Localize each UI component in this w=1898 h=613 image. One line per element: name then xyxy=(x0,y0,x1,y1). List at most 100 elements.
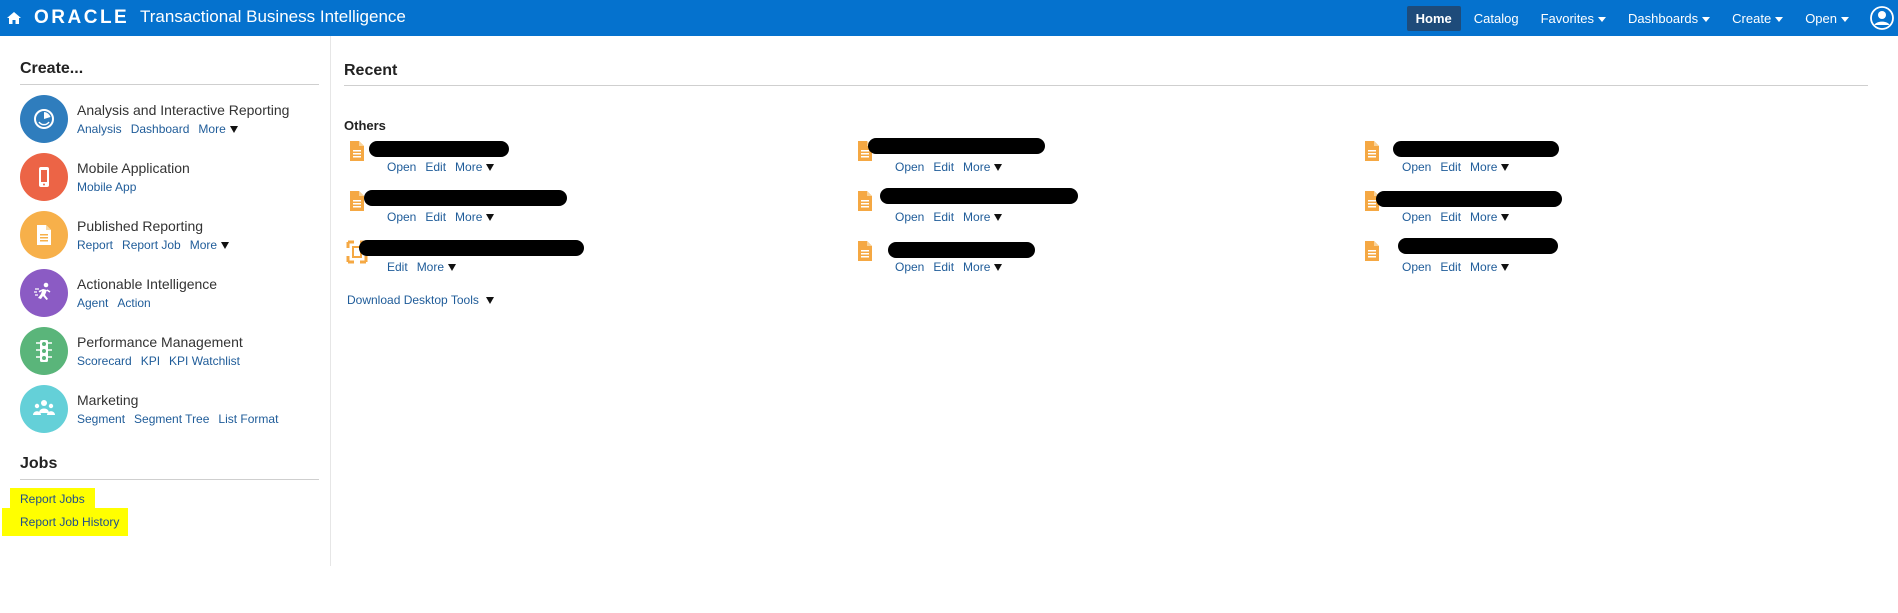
document-icon[interactable] xyxy=(1364,140,1380,162)
chevron-down-icon xyxy=(221,241,230,249)
create-kpi-link[interactable]: KPI xyxy=(141,354,160,368)
create-mobile-app-link[interactable]: Mobile App xyxy=(77,180,136,194)
document-icon[interactable] xyxy=(1364,240,1380,262)
create-published-reporting: Published Reporting Report Report Job Mo… xyxy=(20,211,320,261)
create-report-link[interactable]: Report xyxy=(77,238,113,252)
traffic-light-icon[interactable] xyxy=(20,327,68,375)
create-dashboard-link[interactable]: Dashboard xyxy=(131,122,190,136)
more-menu[interactable]: More xyxy=(417,260,457,274)
document-icon[interactable] xyxy=(857,240,873,262)
create-list-format-link[interactable]: List Format xyxy=(218,412,278,426)
open-link[interactable]: Open xyxy=(895,160,924,174)
nav-dashboards[interactable]: Dashboards xyxy=(1619,6,1719,31)
create-heading: Create... xyxy=(20,60,84,77)
recent-item: Open Edit More xyxy=(1364,140,1594,180)
document-icon[interactable] xyxy=(857,190,873,212)
open-link[interactable]: Open xyxy=(387,160,416,174)
more-label: More xyxy=(455,210,483,224)
edit-link[interactable]: Edit xyxy=(1440,260,1461,274)
report-job-history-link[interactable]: Report Job History xyxy=(2,508,129,536)
more-menu[interactable]: More xyxy=(963,210,1003,224)
more-menu[interactable]: More xyxy=(1470,210,1510,224)
open-link[interactable]: Open xyxy=(1402,160,1431,174)
create-report-job-link[interactable]: Report Job xyxy=(122,238,181,252)
nav-catalog[interactable]: Catalog xyxy=(1465,6,1528,31)
redacted-item-name xyxy=(359,240,584,256)
create-analysis-link[interactable]: Analysis xyxy=(77,122,122,136)
divider xyxy=(20,84,319,85)
redacted-item-name xyxy=(1376,191,1562,207)
nav-create[interactable]: Create xyxy=(1723,6,1792,31)
open-link[interactable]: Open xyxy=(895,260,924,274)
download-desktop-tools-menu[interactable]: Download Desktop Tools xyxy=(347,293,494,307)
recent-item: Edit More xyxy=(346,240,584,280)
divider xyxy=(344,85,1868,86)
redacted-item-name xyxy=(1393,141,1559,157)
chevron-down-icon xyxy=(1501,163,1510,171)
edit-link[interactable]: Edit xyxy=(1440,160,1461,174)
create-agent-link[interactable]: Agent xyxy=(77,296,108,310)
create-published-title: Published Reporting xyxy=(77,218,204,234)
nav-open[interactable]: Open xyxy=(1796,6,1858,31)
more-menu[interactable]: More xyxy=(1470,160,1510,174)
chevron-down-icon xyxy=(1841,16,1849,22)
main-nav: Home Catalog Favorites Dashboards Create… xyxy=(1403,0,1858,36)
create-segment-link[interactable]: Segment xyxy=(77,412,125,426)
analysis-gauge-icon[interactable] xyxy=(20,95,68,143)
create-marketing: Marketing Segment Segment Tree List Form… xyxy=(20,385,320,435)
more-menu[interactable]: More xyxy=(963,260,1003,274)
create-scorecard-link[interactable]: Scorecard xyxy=(77,354,132,368)
create-mobile: Mobile Application Mobile App xyxy=(20,153,320,203)
home-icon[interactable] xyxy=(6,10,22,26)
report-document-icon[interactable] xyxy=(20,211,68,259)
chevron-down-icon xyxy=(229,125,238,133)
nav-catalog-label: Catalog xyxy=(1473,10,1519,26)
nav-favorites[interactable]: Favorites xyxy=(1532,6,1615,31)
edit-link[interactable]: Edit xyxy=(933,260,954,274)
edit-link[interactable]: Edit xyxy=(933,160,954,174)
more-label: More xyxy=(963,160,991,174)
more-menu[interactable]: More xyxy=(455,160,495,174)
edit-link[interactable]: Edit xyxy=(425,210,446,224)
edit-link[interactable]: Edit xyxy=(933,210,954,224)
recent-item: Open Edit More xyxy=(349,190,579,230)
create-actionable-title: Actionable Intelligence xyxy=(77,276,218,292)
edit-link[interactable]: Edit xyxy=(1440,210,1461,224)
people-group-icon[interactable] xyxy=(20,385,68,433)
edit-link[interactable]: Edit xyxy=(425,160,446,174)
document-icon[interactable] xyxy=(349,140,365,162)
recent-heading: Recent xyxy=(344,62,398,79)
more-label: More xyxy=(963,260,991,274)
user-avatar-icon[interactable] xyxy=(1870,6,1894,30)
create-actionable: Actionable Intelligence Agent Action xyxy=(20,269,320,319)
create-mobile-title: Mobile Application xyxy=(77,160,190,176)
document-icon[interactable] xyxy=(349,190,365,212)
open-link[interactable]: Open xyxy=(1402,210,1431,224)
open-link[interactable]: Open xyxy=(1402,260,1431,274)
chevron-down-icon xyxy=(486,213,495,221)
nav-home[interactable]: Home xyxy=(1406,5,1461,31)
more-menu[interactable]: More xyxy=(963,160,1003,174)
create-performance-title: Performance Management xyxy=(77,334,243,350)
create-kpi-watchlist-link[interactable]: KPI Watchlist xyxy=(169,354,240,368)
more-menu[interactable]: More xyxy=(455,210,495,224)
open-link[interactable]: Open xyxy=(387,210,416,224)
create-published-more[interactable]: More xyxy=(190,238,230,252)
open-link[interactable]: Open xyxy=(895,210,924,224)
running-agent-icon[interactable] xyxy=(20,269,68,317)
nav-open-label: Open xyxy=(1805,10,1837,26)
recent-item: Open Edit More xyxy=(857,188,1087,230)
create-segment-tree-link[interactable]: Segment Tree xyxy=(134,412,209,426)
create-action-link[interactable]: Action xyxy=(117,296,150,310)
chevron-down-icon xyxy=(994,163,1003,171)
create-analysis-more[interactable]: More xyxy=(198,122,238,136)
more-menu[interactable]: More xyxy=(1470,260,1510,274)
redacted-item-name xyxy=(1398,238,1558,254)
chevron-down-icon xyxy=(994,213,1003,221)
chevron-down-icon xyxy=(486,163,495,171)
recent-item: Open Edit More xyxy=(857,138,1087,180)
redacted-item-name xyxy=(364,190,567,206)
edit-link[interactable]: Edit xyxy=(387,260,408,274)
mobile-phone-icon[interactable] xyxy=(20,153,68,201)
oracle-logo: ORACLE xyxy=(34,7,130,28)
